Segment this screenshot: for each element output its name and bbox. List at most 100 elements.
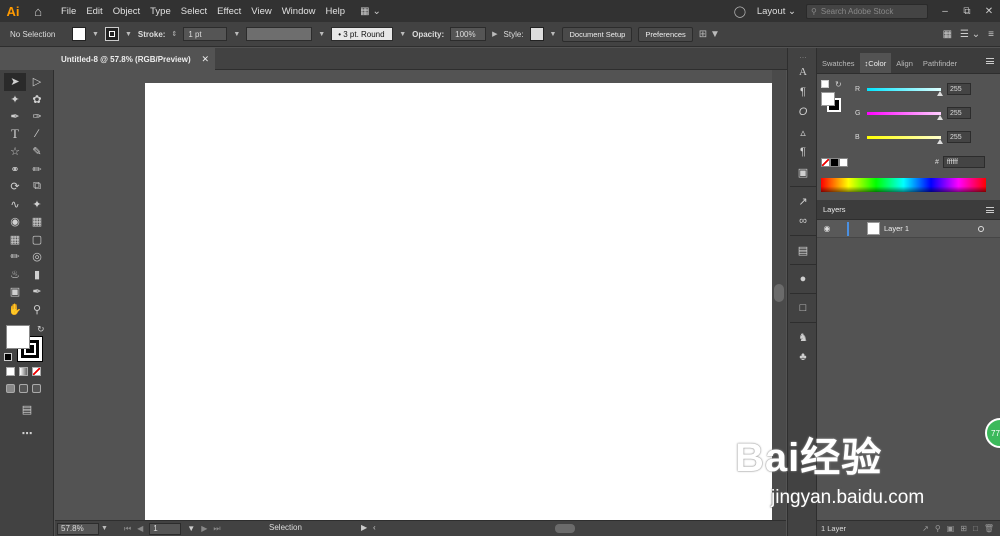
chevron-down-icon[interactable]: ▼ (233, 31, 240, 38)
arrange-documents-button[interactable]: ▦ ⌄ (360, 6, 381, 17)
blend-tool-icon[interactable]: ◎ (26, 248, 48, 266)
default-colors-icon[interactable] (821, 80, 829, 88)
none-swatch-icon[interactable] (821, 158, 830, 167)
character-panel-icon[interactable]: A (788, 62, 818, 82)
opentype-panel-icon[interactable]: O (788, 102, 818, 122)
selection-tool-icon[interactable]: ➤ (4, 73, 26, 91)
stroke-swatch[interactable] (104, 27, 119, 41)
stroke-weight-field[interactable]: 1 pt (183, 27, 228, 41)
eyedropper-tool-icon[interactable]: ✏ (4, 248, 26, 266)
rotate-tool-icon[interactable]: ⟳ (4, 178, 26, 196)
symbols-panel-icon[interactable]: ♞ (788, 327, 818, 347)
horizontal-scroll-thumb[interactable] (555, 524, 575, 533)
puppet-warp-tool-icon[interactable]: ✦ (26, 196, 48, 214)
appearance-panel-icon[interactable]: ● (788, 269, 818, 289)
hex-field[interactable]: ffffff (942, 156, 985, 168)
last-artboard-icon[interactable]: ⏭ (213, 524, 220, 534)
stock-search-field[interactable]: ⚲ Search Adobe Stock (806, 3, 928, 19)
delete-layer-icon[interactable]: 🗑 (984, 524, 994, 533)
stepper-icon[interactable]: ⇕ (171, 30, 177, 38)
red-slider[interactable]: R 255 (855, 82, 1000, 96)
magic-wand-tool-icon[interactable]: ✦ (4, 91, 26, 109)
menu-file[interactable]: File (56, 6, 81, 17)
first-artboard-icon[interactable]: ⏮ (124, 524, 131, 534)
arrange-icon[interactable]: ▦ (943, 29, 952, 40)
align-icon[interactable]: ☰ ⌄ (960, 29, 980, 40)
artboard[interactable] (145, 83, 773, 520)
new-layer-icon[interactable]: □ (973, 524, 978, 533)
scale-tool-icon[interactable]: ⧉ (26, 178, 48, 196)
menu-type[interactable]: Type (145, 6, 176, 17)
red-knob-icon[interactable] (937, 90, 943, 96)
more-tools-icon[interactable]: ⋯ (16, 425, 38, 443)
chevron-down-icon[interactable]: ▼ (101, 525, 108, 532)
draw-behind-icon[interactable] (19, 384, 28, 393)
opacity-label[interactable]: Opacity: (412, 30, 444, 39)
chevron-down-icon[interactable]: ▼ (92, 31, 99, 38)
shaper-tool-icon[interactable]: ⚭ (4, 161, 26, 179)
column-graph-tool-icon[interactable]: ▮ (26, 266, 48, 284)
paragraph-styles-icon[interactable]: ¶ (788, 142, 818, 162)
links-panel-icon[interactable]: ∞ (788, 211, 818, 231)
chevron-down-icon[interactable]: ▼ (318, 31, 325, 38)
chevron-down-icon[interactable]: ▼ (550, 31, 557, 38)
visibility-eye-icon[interactable]: ◉ (817, 224, 837, 233)
new-sublayer-icon[interactable]: ⊞ (960, 524, 967, 533)
lasso-tool-icon[interactable]: ✿ (26, 91, 48, 109)
menu-object[interactable]: Object (108, 6, 145, 17)
eraser-tool-icon[interactable]: ✏ (26, 161, 48, 179)
paintbrush-tool-icon[interactable]: ✎ (26, 143, 48, 161)
color-mode-icon[interactable] (6, 367, 15, 376)
layers-menu-icon[interactable] (986, 207, 994, 213)
paragraph-panel-icon[interactable]: ¶ (788, 82, 818, 102)
chevron-down-icon[interactable]: ▼ (399, 31, 406, 38)
variable-width-profile[interactable] (246, 27, 313, 41)
artboard-number-field[interactable]: 1 (149, 522, 182, 535)
draw-inside-icon[interactable] (32, 384, 41, 393)
symbol-sprayer-tool-icon[interactable]: ♨ (4, 266, 26, 284)
scroll-left-icon[interactable]: ‹ (373, 523, 376, 532)
next-artboard-icon[interactable]: ▶ (201, 524, 207, 533)
brushes-panel-icon[interactable]: ♣ (788, 347, 818, 367)
gradient-tool-icon[interactable]: ▢ (26, 231, 48, 249)
shape-builder-tool-icon[interactable]: ◉ (4, 213, 26, 231)
graphic-style-swatch[interactable] (529, 27, 544, 41)
color-fill-box[interactable] (821, 92, 835, 106)
close-tab-icon[interactable]: ✕ (201, 54, 209, 65)
artboard-tool-icon[interactable]: ▣ (4, 283, 26, 301)
star-tool-icon[interactable]: ☆ (4, 143, 26, 161)
draw-normal-icon[interactable] (6, 384, 15, 393)
menu-view[interactable]: View (246, 6, 276, 17)
opacity-field[interactable]: 100% (450, 27, 487, 41)
layers-title[interactable]: Layers (823, 205, 846, 214)
menu-effect[interactable]: Effect (212, 6, 246, 17)
gradient-mode-icon[interactable] (19, 367, 28, 376)
tab-align[interactable]: Align (891, 53, 918, 73)
fill-box[interactable] (6, 325, 30, 349)
close-icon[interactable]: ✕ (978, 6, 1000, 17)
status-menu-icon[interactable]: ▶ (361, 523, 367, 532)
menu-edit[interactable]: Edit (81, 6, 107, 17)
green-slider[interactable]: G 255 (855, 106, 1000, 120)
hand-tool-icon[interactable]: ✋ (4, 301, 26, 319)
transform-panel-icon[interactable]: ▤ (788, 240, 818, 260)
green-track[interactable] (867, 111, 943, 120)
workspace-switcher[interactable]: Layout ⌄ (757, 6, 796, 17)
lightbulb-icon[interactable]: ◯ (729, 5, 751, 18)
menu-window[interactable]: Window (277, 6, 321, 17)
transform-icon[interactable]: ⊞ ▼ (699, 29, 720, 40)
clipping-mask-icon[interactable]: ▣ (947, 524, 955, 533)
none-mode-icon[interactable] (32, 367, 41, 376)
red-track[interactable] (867, 87, 943, 96)
stroke-label[interactable]: Stroke: (138, 30, 166, 39)
chevron-right-icon[interactable]: ▶ (492, 30, 497, 38)
direct-selection-tool-icon[interactable]: ▷ (26, 73, 48, 91)
menu-list-icon[interactable]: ≡ (988, 29, 994, 40)
chevron-down-icon[interactable]: ▼ (125, 31, 132, 38)
black-swatch[interactable] (830, 158, 839, 167)
perspective-grid-tool-icon[interactable]: ▦ (26, 213, 48, 231)
vertical-scroll-thumb[interactable] (774, 284, 784, 302)
color-spectrum[interactable] (821, 178, 986, 192)
export-icon[interactable]: ↗ (788, 191, 818, 211)
minimize-icon[interactable]: – (934, 6, 956, 17)
